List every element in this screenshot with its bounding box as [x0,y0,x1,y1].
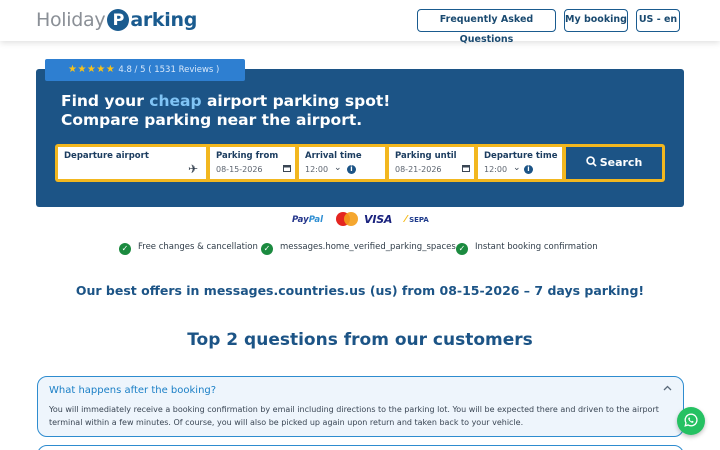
whatsapp-icon [684,413,698,427]
hero-title: Find your cheap airport parking spot! Co… [61,92,390,130]
calendar-icon[interactable] [283,164,291,175]
parking-from-input[interactable]: 08-15-2026 [216,165,263,174]
logo-p-badge: P [107,9,130,31]
arrival-time-select[interactable]: 12:00 [305,165,328,174]
search-form: Departure airport ✈ Parking from 08-15-2… [55,144,665,182]
hero-search-panel: Find your cheap airport parking spot! Co… [36,69,684,207]
feature-text: Instant booking confirmation [475,242,598,252]
calendar-icon[interactable] [462,164,470,175]
parking-until-input[interactable]: 08-21-2026 [395,165,442,174]
feature-free-changes: ✓ Free changes & cancellation [119,240,258,255]
whatsapp-button[interactable] [677,407,705,435]
departure-airport-label: Departure airport [64,151,149,161]
parking-from-field[interactable]: Parking from 08-15-2026 [210,147,295,179]
visa-logo: VISA [364,213,393,226]
departure-airport-field[interactable]: Departure airport ✈ [58,147,206,179]
hero-subtitle: Compare parking near the airport. [61,111,363,129]
paypal-text-2: Pal [308,215,324,225]
departure-time-select[interactable]: 12:00 [484,165,507,174]
parking-from-label: Parking from [216,151,279,161]
hero-title-suffix: airport parking spot! [206,92,391,110]
site-header: Holiday Parking Frequently Asked Question… [0,0,720,45]
sepa-logo: ⁄ SEPA [405,214,429,225]
paypal-logo: PayPal [292,215,323,225]
feature-text: Free changes & cancellation [138,242,258,252]
hero-title-highlight: cheap [149,92,202,110]
search-button[interactable]: Search [566,147,662,179]
faq-button[interactable]: Frequently Asked Questions [417,9,556,45]
rating-stars-icon: ★★★★★ [68,64,116,75]
questions-heading: Top 2 questions from our customers [187,330,533,350]
arrival-time-label: Arrival time [305,151,362,161]
my-booking-button[interactable]: My booking [564,9,628,32]
rating-badge[interactable]: ★★★★★ 4.8 / 5 ( 1531 Reviews ) [45,59,245,81]
site-logo[interactable]: Holiday Parking [36,8,197,32]
feature-verified-spaces: ✓ messages.home_verified_parking_spaces [261,240,456,255]
feature-text: messages.home_verified_parking_spaces [280,242,456,252]
check-circle-icon: ✓ [119,243,131,255]
paypal-text-1: Pay [292,215,309,225]
language-selector[interactable]: US - en [636,9,680,32]
mastercard-logo [336,212,358,228]
parking-until-field[interactable]: Parking until 08-21-2026 [389,147,474,179]
faq-item[interactable]: What happens after the booking? You will… [37,376,684,437]
chevron-up-icon[interactable] [663,384,672,394]
info-icon[interactable]: i [347,164,356,174]
departure-time-label: Departure time [484,151,558,161]
faq-answer: You will immediately receive a booking c… [49,405,659,427]
logo-text-holiday: Holiday [36,9,106,31]
faq-item[interactable] [37,445,684,450]
chevron-down-icon[interactable]: ⌄ [334,163,342,173]
info-icon[interactable]: i [524,164,533,174]
check-circle-icon: ✓ [261,243,273,255]
feature-instant-confirmation: ✓ Instant booking confirmation [456,240,598,255]
search-button-label: Search [599,156,643,169]
parking-until-label: Parking until [395,151,457,161]
check-circle-icon: ✓ [456,243,468,255]
offers-heading: Our best offers in messages.countries.us… [75,283,645,298]
logo-text-parking: arking [130,9,197,31]
hero-title-prefix: Find your [61,92,144,110]
departure-time-field[interactable]: Departure time 12:00 ⌄ i [478,147,562,179]
arrival-time-field[interactable]: Arrival time 12:00 ⌄ i [299,147,385,179]
rating-text: 4.8 / 5 ( 1531 Reviews ) [118,65,220,75]
faq-question[interactable]: What happens after the booking? [49,385,216,396]
sepa-text: SEPA [409,216,429,224]
chevron-down-icon[interactable]: ⌄ [513,163,521,173]
search-icon [585,156,597,167]
airplane-icon: ✈ [187,162,198,176]
